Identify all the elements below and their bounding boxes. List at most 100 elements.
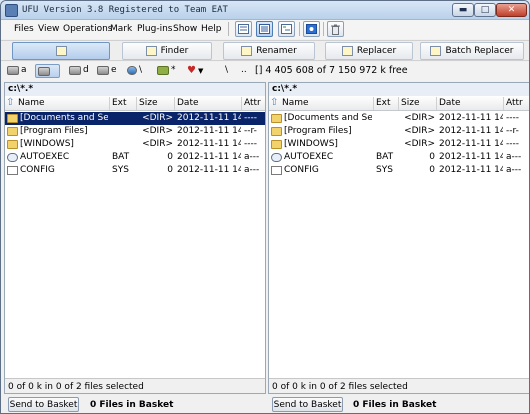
- cell-date: 2012-11-11 14:: [439, 113, 503, 123]
- column-divider: [109, 97, 110, 110]
- col-size[interactable]: Size: [401, 98, 419, 108]
- cell-ext: BAT: [112, 152, 130, 162]
- drive-e[interactable]: e: [97, 65, 117, 75]
- column-divider: [398, 97, 399, 110]
- col-name[interactable]: Name: [18, 98, 45, 108]
- right-file-panel: c:\*.* ⇧ Name Ext Size Date Attr [Docume…: [268, 82, 529, 394]
- table-row[interactable]: CONFIG SYS 0 2012-11-11 14: a---: [5, 164, 265, 177]
- col-attr[interactable]: Attr: [506, 98, 523, 108]
- folder-icon: [271, 114, 282, 123]
- cell-attr: a---: [506, 165, 522, 175]
- cell-size: 0: [429, 152, 435, 162]
- app-window: UFU Version 3.8 Registered to Team EAT ▬…: [0, 0, 530, 414]
- cell-name: AUTOEXEC: [284, 152, 334, 162]
- col-date[interactable]: Date: [177, 98, 199, 108]
- left-column-header: ⇧ Name Ext Size Date Attr: [5, 96, 265, 111]
- menu-help[interactable]: Help: [201, 24, 222, 34]
- full-view-icon[interactable]: [256, 21, 273, 37]
- right-status: 0 of 0 k in 0 of 2 files selected: [269, 378, 529, 393]
- cell-date: 2012-11-11 14:: [439, 126, 503, 136]
- heart-icon: ♥: [187, 65, 196, 76]
- menu-show[interactable]: Show: [173, 24, 197, 34]
- cell-size: <DIR>: [142, 126, 173, 136]
- cell-size: 0: [167, 165, 173, 175]
- cell-name: CONFIG: [284, 165, 319, 175]
- app-icon: [5, 4, 18, 17]
- toolbar-separator: [228, 22, 229, 36]
- left-file-panel: c:\*.* ⇧ Name Ext Size Date Attr [Docume…: [4, 82, 266, 394]
- cell-size: 0: [167, 152, 173, 162]
- parent-button[interactable]: ..: [241, 65, 247, 75]
- tab-renamer[interactable]: Renamer: [223, 42, 315, 60]
- cell-date: 2012-11-11 14:: [439, 139, 503, 149]
- replacer-icon: [341, 46, 353, 56]
- cell-name: [Documents and Settings]: [284, 113, 372, 123]
- col-name[interactable]: Name: [282, 98, 309, 108]
- explorer-icon: [55, 46, 67, 56]
- left-path[interactable]: c:\*.*: [5, 83, 265, 96]
- cell-attr: ----: [506, 113, 519, 123]
- delete-icon[interactable]: [327, 21, 344, 37]
- col-date[interactable]: Date: [439, 98, 461, 108]
- cell-size: <DIR>: [142, 139, 173, 149]
- cell-attr: ----: [244, 139, 257, 149]
- drive-c[interactable]: c: [35, 64, 60, 78]
- drive-network[interactable]: \: [127, 65, 142, 75]
- drive-bar: a c d e \ * ♥ ▼ \ .. [] 4 405 608 of 7 1…: [1, 62, 529, 81]
- hotlist-dropdown[interactable]: ♥ ▼: [187, 65, 203, 76]
- col-ext[interactable]: Ext: [112, 98, 127, 108]
- window-title: UFU Version 3.8 Registered to Team EAT: [22, 5, 228, 15]
- drive-a[interactable]: a: [7, 65, 27, 75]
- right-path[interactable]: c:\*.*: [269, 83, 529, 96]
- close-button[interactable]: ✕: [496, 3, 527, 17]
- maximize-button[interactable]: □: [474, 3, 496, 17]
- table-row[interactable]: [Documents and Settings] <DIR> 2012-11-11 …: [5, 112, 265, 125]
- cell-name: AUTOEXEC: [20, 152, 70, 162]
- cell-date: 2012-11-11 14:: [439, 165, 503, 175]
- tab-replacer[interactable]: Replacer: [325, 42, 413, 60]
- menu-operations[interactable]: Operations: [63, 24, 112, 34]
- minimize-button[interactable]: ▬: [452, 3, 474, 17]
- table-row[interactable]: [WINDOWS] <DIR> 2012-11-11 14: ----: [5, 138, 265, 151]
- col-size[interactable]: Size: [139, 98, 157, 108]
- drive-favorites[interactable]: *: [157, 65, 176, 75]
- free-space-text: [] 4 405 608 of 7 150 972 k free: [255, 65, 408, 76]
- cell-attr: --r-: [506, 126, 519, 136]
- folder-icon: [7, 140, 18, 149]
- menu-plugins[interactable]: Plug-ins: [137, 24, 173, 34]
- table-row[interactable]: [Documents and Settings] <DIR> 2012-11-11 …: [269, 112, 529, 125]
- cell-size: <DIR>: [404, 113, 435, 123]
- right-basket-count: 0 Files in Basket: [353, 400, 437, 410]
- drive-d[interactable]: d: [69, 65, 89, 75]
- cell-date: 2012-11-11 14:: [439, 152, 503, 162]
- cell-size: <DIR>: [404, 126, 435, 136]
- left-send-to-basket-button[interactable]: Send to Basket: [8, 397, 79, 412]
- batch-replacer-icon: [430, 46, 442, 56]
- cell-name: [Program Files]: [20, 126, 88, 136]
- col-attr[interactable]: Attr: [244, 98, 261, 108]
- column-divider: [436, 97, 437, 110]
- table-row[interactable]: CONFIG SYS 0 2012-11-11 14: a---: [269, 164, 529, 177]
- sort-arrow-icon: ⇧: [270, 97, 279, 108]
- table-row[interactable]: [Program Files] <DIR> 2012-11-11 14: --r-: [269, 125, 529, 138]
- refresh-icon[interactable]: [303, 21, 320, 37]
- brief-view-icon[interactable]: [235, 21, 252, 37]
- menu-view[interactable]: View: [38, 24, 59, 34]
- menu-files[interactable]: Files: [14, 24, 34, 34]
- col-ext[interactable]: Ext: [376, 98, 391, 108]
- right-send-to-basket-button[interactable]: Send to Basket: [272, 397, 343, 412]
- table-row[interactable]: AUTOEXEC BAT 0 2012-11-11 14: a---: [5, 151, 265, 164]
- menu-mark[interactable]: Mark: [110, 24, 132, 34]
- tab-batch-replacer[interactable]: Batch Replacer: [420, 42, 524, 60]
- table-row[interactable]: [Program Files] <DIR> 2012-11-11 14: --r-: [5, 125, 265, 138]
- network-drive-icon: [127, 65, 137, 75]
- table-row[interactable]: [WINDOWS] <DIR> 2012-11-11 14: ----: [269, 138, 529, 151]
- tree-view-icon[interactable]: [278, 21, 295, 37]
- tab-finder[interactable]: Finder: [122, 42, 212, 60]
- drive-network-label: \: [139, 65, 143, 75]
- table-row[interactable]: AUTOEXEC BAT 0 2012-11-11 14: a---: [269, 151, 529, 164]
- title-bar: UFU Version 3.8 Registered to Team EAT ▬…: [1, 1, 529, 20]
- root-button[interactable]: \: [225, 65, 228, 75]
- tab-explorer[interactable]: [12, 42, 110, 60]
- cell-size: <DIR>: [404, 139, 435, 149]
